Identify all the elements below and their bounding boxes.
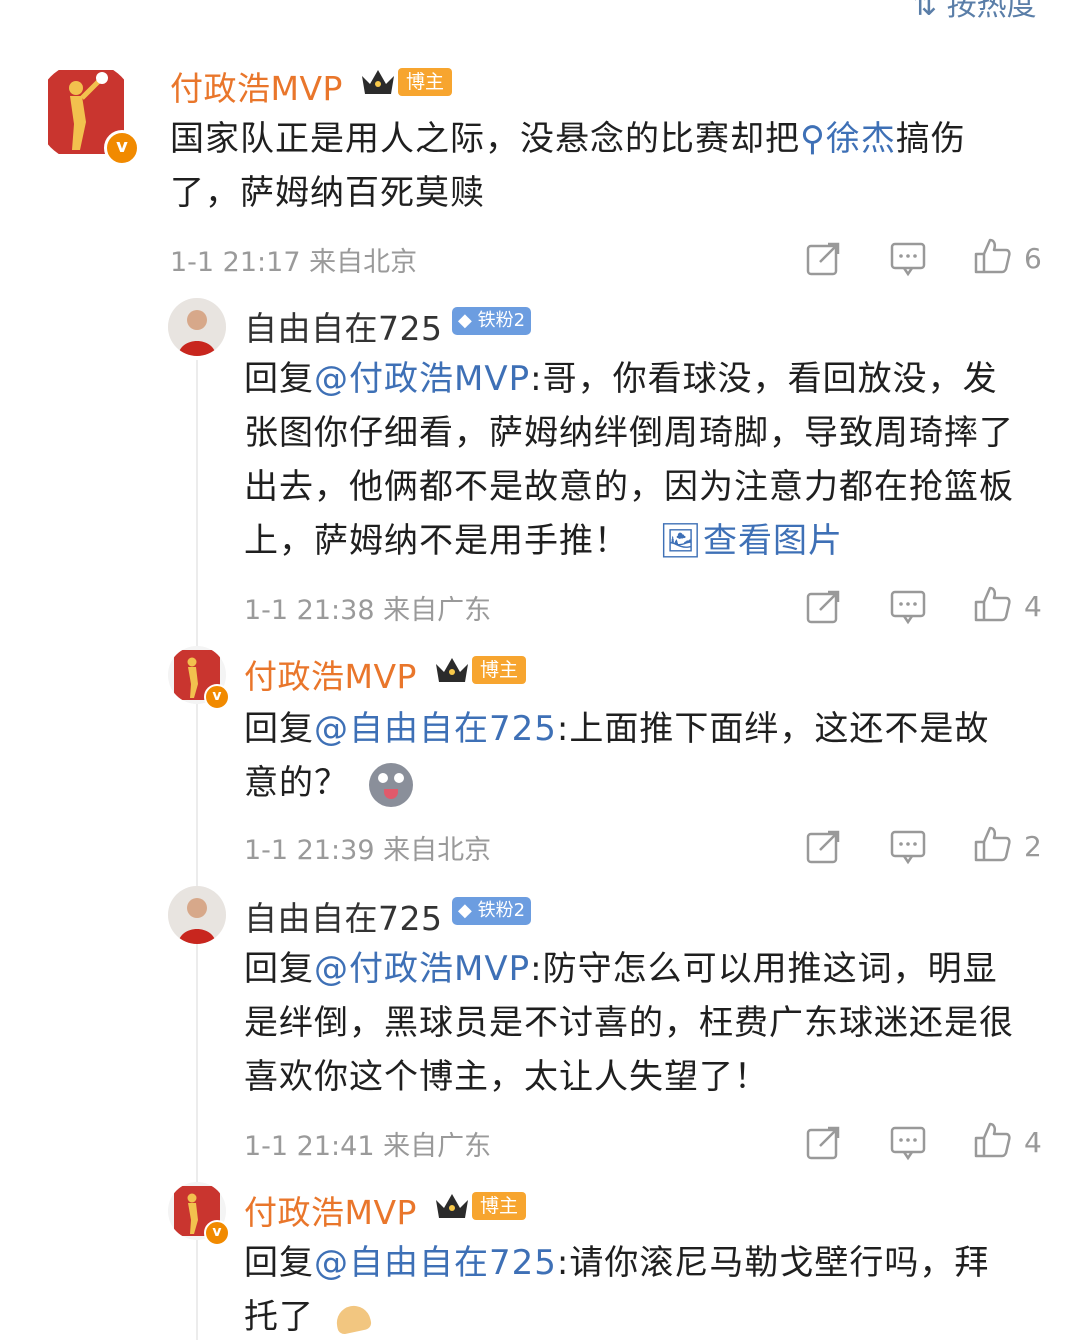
verified-badge-icon: v xyxy=(204,684,230,710)
like-count: 4 xyxy=(1024,1126,1042,1159)
fan-badge: ◆ 铁粉2 xyxy=(452,307,532,335)
reply-meta: 1-1 21:39 来自北京 xyxy=(244,835,492,866)
blogger-badge: 博主 xyxy=(398,68,453,96)
avatar[interactable] xyxy=(168,298,226,356)
view-image-link[interactable]: 🖼查看图片 xyxy=(659,521,843,561)
crown-icon xyxy=(436,658,468,682)
mention-link[interactable]: @自由自在725 xyxy=(314,1243,557,1283)
comment-username[interactable]: 付政浩MVP xyxy=(170,62,343,110)
reply-line: 是绊倒，黑球员是不讨喜的，枉费广东球迷还是很 xyxy=(244,1003,1014,1043)
dog-face-emoji-icon xyxy=(368,762,413,807)
like-icon[interactable] xyxy=(972,824,1012,864)
crown-icon xyxy=(436,1194,468,1218)
reply-username[interactable]: 自由自在725 xyxy=(244,302,443,350)
reply-prefix: 回复 xyxy=(244,949,314,989)
comment-icon[interactable] xyxy=(888,1122,928,1162)
crown-icon xyxy=(362,70,394,94)
comment-text-part: 了，萨姆纳百死莫赎 xyxy=(170,173,485,213)
like-count: 2 xyxy=(1024,830,1042,863)
blogger-badge: 博主 xyxy=(472,1192,527,1220)
share-icon[interactable] xyxy=(804,826,844,866)
reply-username[interactable]: 自由自在725 xyxy=(244,892,443,940)
comment-icon[interactable] xyxy=(888,586,928,626)
reply-line: 出去，他俩都不是故意的，因为注意力都在抢篮板 xyxy=(244,467,1014,507)
comment-icon[interactable] xyxy=(888,238,928,278)
view-image-label: 查看图片 xyxy=(702,521,843,561)
avatar-image xyxy=(168,298,226,356)
verified-badge-icon: v xyxy=(204,1220,230,1246)
like-count: 4 xyxy=(1024,590,1042,623)
avatar[interactable] xyxy=(168,886,226,944)
reply-line: 托了 xyxy=(244,1297,314,1337)
topic-link[interactable]: ⚲徐杰 xyxy=(800,119,896,159)
comment-text-part: 搞伤 xyxy=(895,119,966,159)
like-icon[interactable] xyxy=(972,584,1012,624)
image-icon: 🖼 xyxy=(658,521,703,561)
blogger-badge: 博主 xyxy=(472,656,527,684)
avatar-image xyxy=(168,886,226,944)
fan-badge-label: 铁粉2 xyxy=(477,310,526,331)
share-icon[interactable] xyxy=(804,1122,844,1162)
fan-badge-label: 铁粉2 xyxy=(477,900,526,921)
comment-text-part: 国家队正是用人之际，没悬念的比赛却把 xyxy=(170,119,800,159)
reply-line: :防守怎么可以用推这词，明显 xyxy=(530,949,998,989)
reply-line: 上，萨姆纳不是用手推！ xyxy=(244,521,629,561)
reply-username[interactable]: 付政浩MVP xyxy=(244,1186,417,1234)
like-count: 6 xyxy=(1024,242,1042,275)
sort-label: 按热度 xyxy=(946,0,1037,23)
like-icon[interactable] xyxy=(972,236,1012,276)
reply-username[interactable]: 付政浩MVP xyxy=(244,650,417,698)
reply-prefix: 回复 xyxy=(244,1243,314,1283)
reply-line: 意的？ xyxy=(244,763,349,803)
reply-text: 回复@付政浩MVP:哥，你看球没，看回放没，发 张图你仔细看，萨姆纳绊倒周琦脚，… xyxy=(244,352,1064,568)
fan-badge: ◆ 铁粉2 xyxy=(452,897,532,925)
reply-text: 回复@自由自在725:请你滚尼马勒戈壁行吗，拜 托了 xyxy=(244,1236,1064,1344)
like-icon[interactable] xyxy=(972,1120,1012,1160)
share-icon[interactable] xyxy=(804,586,844,626)
reply-text: 回复@自由自在725:上面推下面绊，这还不是故 意的？ xyxy=(244,702,1064,810)
search-icon: ⚲ xyxy=(800,119,826,159)
comment-text: 国家队正是用人之际，没悬念的比赛却把⚲徐杰搞伤 了，萨姆纳百死莫赎 xyxy=(170,112,1050,220)
mention-link[interactable]: @付政浩MVP xyxy=(314,359,530,399)
reply-line: :请你滚尼马勒戈壁行吗，拜 xyxy=(556,1243,990,1283)
reply-prefix: 回复 xyxy=(244,359,314,399)
mention-link[interactable]: @自由自在725 xyxy=(314,709,557,749)
share-icon[interactable] xyxy=(804,238,844,278)
mention-link[interactable]: @付政浩MVP xyxy=(314,949,530,989)
reply-meta: 1-1 21:41 来自广东 xyxy=(244,1131,492,1162)
reply-line: 张图你仔细看，萨姆纳绊倒周琦脚，导致周琦摔了 xyxy=(244,413,1014,453)
reply-meta: 1-1 21:38 来自广东 xyxy=(244,595,492,626)
reply-line: :上面推下面绊，这还不是故 xyxy=(556,709,990,749)
reply-line: 喜欢你这个博主，太让人失望了！ xyxy=(244,1057,769,1097)
reply-prefix: 回复 xyxy=(244,709,314,749)
folded-hands-emoji-icon xyxy=(332,1300,374,1338)
comment-meta: 1-1 21:17 来自北京 xyxy=(170,247,418,278)
topic-link-label: 徐杰 xyxy=(825,119,896,159)
reply-text: 回复@付政浩MVP:防守怎么可以用推这词，明显 是绊倒，黑球员是不讨喜的，枉费广… xyxy=(244,942,1064,1104)
verified-badge-icon: v xyxy=(104,130,140,166)
comment-icon[interactable] xyxy=(888,826,928,866)
reply-line: :哥，你看球没，看回放没，发 xyxy=(530,359,998,399)
sort-toggle[interactable]: ⇅ 按热度 xyxy=(912,0,1037,24)
